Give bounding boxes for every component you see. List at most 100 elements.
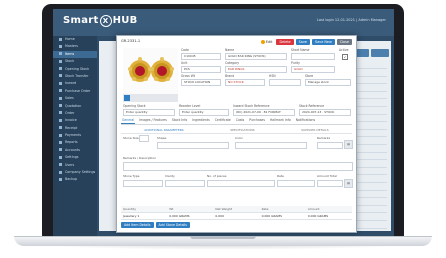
sidebar-item[interactable]: Users xyxy=(53,162,97,169)
sidebar-item[interactable]: Masters xyxy=(53,43,97,50)
toolbar-button[interactable] xyxy=(371,49,389,57)
sidebar-item-label: Backup xyxy=(65,177,78,182)
unit-select[interactable]: PCS xyxy=(181,66,221,73)
sidebar: Home Masters Items Stock Opening Stock Stock … xyxy=(53,36,97,236)
code-label: Code xyxy=(181,48,189,52)
item-code-title: GR-2331-1 xyxy=(121,39,141,43)
hsn-input[interactable] xyxy=(269,79,301,86)
remarks-input[interactable] xyxy=(317,142,343,149)
item-tab[interactable]: Hallmark Info xyxy=(269,117,292,124)
sidebar-item[interactable]: Backup xyxy=(53,176,97,183)
store-label: Store xyxy=(305,74,314,78)
menu-item-icon xyxy=(59,37,62,41)
shape-input[interactable] xyxy=(157,142,229,149)
stone-type-input[interactable] xyxy=(123,180,163,187)
category-select[interactable]: EAR RINGS xyxy=(225,66,287,73)
gross-weight-input[interactable]: STOCK LOCATION xyxy=(181,79,221,86)
unit-label: Unit xyxy=(181,61,188,65)
name-input[interactable]: GOLD EAR RING (STUDS) xyxy=(225,53,287,60)
store-input[interactable]: Manage stock xyxy=(305,79,351,86)
menu-item-icon xyxy=(59,96,62,100)
code-input[interactable]: C10045 xyxy=(181,53,221,60)
color-input[interactable] xyxy=(235,142,307,149)
table-header-cell[interactable]: Quantity xyxy=(121,206,167,212)
sidebar-item[interactable]: Items xyxy=(53,50,97,59)
pieces-input[interactable] xyxy=(207,180,275,187)
item-tab[interactable]: Stock Info xyxy=(171,117,188,124)
sidebar-item[interactable]: Quotation xyxy=(53,103,97,110)
opening-stock-field: Opening Stock Enter quantity xyxy=(123,104,175,116)
purity-label: Purity xyxy=(291,61,300,65)
metal-select[interactable]: GOLD xyxy=(291,66,335,73)
add-stone-details-button[interactable]: Add Stone Details xyxy=(155,222,190,228)
close-button[interactable]: Close xyxy=(336,39,352,45)
clarity-input[interactable] xyxy=(165,180,205,187)
item-tab[interactable]: Costs xyxy=(235,117,246,124)
sidebar-item-label: Items xyxy=(65,51,75,56)
sidebar-item[interactable]: Stock Transfer xyxy=(53,73,97,80)
sidebar-item[interactable]: Sales xyxy=(53,95,97,102)
edit-button[interactable]: Edit xyxy=(261,40,273,44)
item-tab[interactable]: Notifications xyxy=(295,117,316,124)
add-stone-button[interactable]: ▤ xyxy=(344,179,353,188)
gross-weight-field: Gross Wt STOCK LOCATION xyxy=(181,74,221,86)
table-header-cell[interactable]: Amount xyxy=(306,206,352,212)
pieces-label: No. of pieces xyxy=(207,174,227,178)
sidebar-item[interactable]: Accounts xyxy=(53,147,97,154)
menu-item-icon xyxy=(59,126,62,130)
amount-input[interactable] xyxy=(317,180,343,187)
brand-select[interactable]: NO STOCK xyxy=(225,79,265,86)
item-tab[interactable]: Images / Features xyxy=(138,117,168,124)
add-item-details-button[interactable]: Add Item Details xyxy=(121,222,154,228)
table-header-cell[interactable]: Net Weight xyxy=(213,206,259,212)
menu-item-icon xyxy=(59,170,62,174)
table-header-cell[interactable]: Rate xyxy=(260,206,306,212)
sidebar-item[interactable]: Home xyxy=(53,36,97,43)
item-subtab[interactable]: SUPPLIER DETAILS xyxy=(301,127,329,133)
item-subtab[interactable]: SPECIFICATIONS xyxy=(230,127,254,133)
rate-input[interactable] xyxy=(277,180,315,187)
opening-stock-input[interactable]: Enter quantity xyxy=(123,109,175,116)
sidebar-item[interactable]: Payments xyxy=(53,132,97,139)
menu-item-icon xyxy=(59,104,62,108)
opening-stock-label: Opening Stock xyxy=(123,104,146,108)
short-name-input[interactable] xyxy=(291,53,335,60)
delete-button[interactable]: Delete xyxy=(276,39,294,45)
sidebar-item[interactable]: Opening Stock xyxy=(53,66,97,73)
hsn-label: HSN xyxy=(269,74,276,78)
item-tab[interactable]: Purchases xyxy=(248,117,266,124)
sidebar-item[interactable]: Receipt xyxy=(53,125,97,132)
save-button[interactable]: Save xyxy=(295,39,310,45)
table-header-cell[interactable]: Wt xyxy=(167,206,213,212)
sidebar-item[interactable]: Company Settings xyxy=(53,169,97,176)
add-row-button[interactable]: ▤ xyxy=(344,140,353,149)
item-tab[interactable]: Certificate xyxy=(214,117,232,124)
sidebar-item[interactable]: Invoice xyxy=(53,117,97,124)
sidebar-item[interactable]: Settings xyxy=(53,154,97,161)
sidebar-item[interactable]: Reports xyxy=(53,139,97,146)
table-row[interactable]: Jewellery 1 0.000 GRAMS 0.000 0.000 GRAMS 0.… xyxy=(121,213,352,220)
item-subtab[interactable]: ADDITIONAL PARAMETERS xyxy=(144,127,183,133)
menu-item-icon xyxy=(59,52,62,56)
shape-label: Shape xyxy=(157,136,167,140)
thumbnail-button[interactable] xyxy=(124,95,130,101)
inward-reference-field: Inward Stock Reference (RC) 2021-07-09 ·… xyxy=(233,104,295,116)
stone-size-input[interactable] xyxy=(139,135,149,142)
app-logo[interactable]: Smart X HUB xyxy=(63,15,138,27)
item-tab[interactable]: General xyxy=(121,117,136,124)
reorder-level-input[interactable]: Enter quantity xyxy=(179,109,229,116)
notes-textarea[interactable] xyxy=(123,162,353,171)
sidebar-item[interactable]: Purchase Order xyxy=(53,88,97,95)
logo-text: Smart xyxy=(63,15,99,26)
menu-item-icon xyxy=(59,133,62,137)
sidebar-item[interactable]: Inward xyxy=(53,80,97,87)
sidebar-item[interactable]: Stock xyxy=(53,58,97,65)
sidebar-item[interactable]: Order xyxy=(53,110,97,117)
inward-reference-input[interactable]: (RC) 2021-07-09 · 81 FORMAT xyxy=(233,109,295,116)
active-checkbox[interactable]: ✓ xyxy=(342,54,348,60)
item-detail-modal: GR-2331-1 Edit Delete Save Save New Clos… xyxy=(116,35,357,233)
item-tab[interactable]: Ingredients xyxy=(191,117,210,124)
stock-reference-input[interactable]: 2024-007-13 · STOCK xyxy=(299,109,351,116)
sidebar-item-label: Payments xyxy=(65,133,82,138)
save-new-button[interactable]: Save New xyxy=(311,39,335,45)
